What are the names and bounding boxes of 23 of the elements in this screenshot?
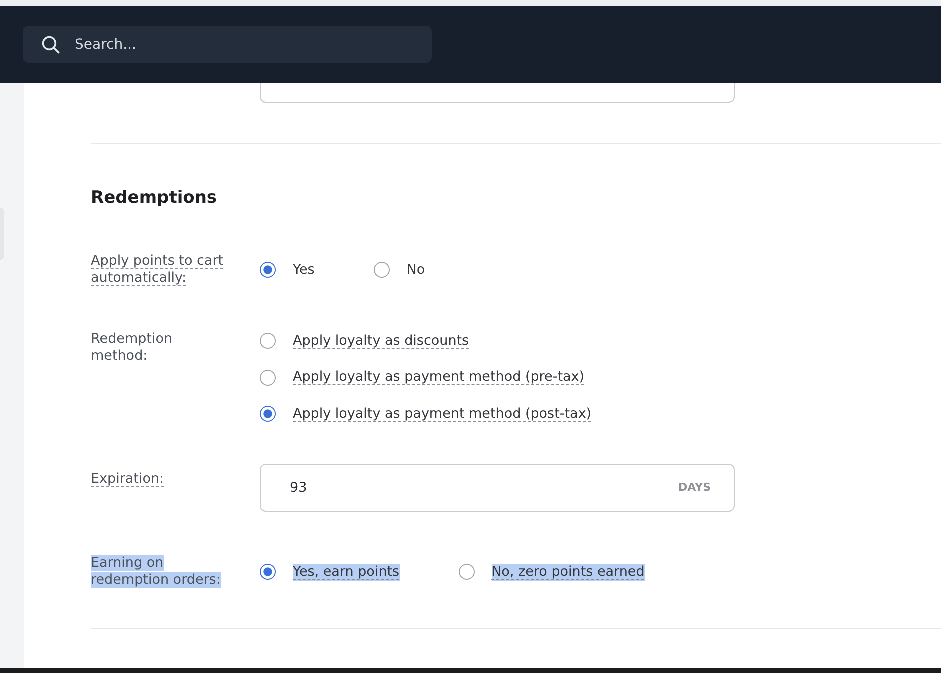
unit-label: DAYS [678,481,711,495]
option-label[interactable]: No, zero points earned [492,564,645,580]
radio-button[interactable] [458,564,475,580]
section-title: Redemptions [91,187,218,209]
option-label[interactable]: Yes [293,262,315,278]
input-field[interactable] [260,83,735,103]
field-label: Redemption method: [91,331,174,365]
field-label: Earning on redemption orders: [91,555,222,589]
option-label[interactable]: Apply loyalty as payment method (pre-tax) [293,369,585,386]
option-label[interactable]: Yes, earn points [293,564,400,580]
option-label[interactable]: Apply loyalty as payment method (post-tax) [293,406,592,422]
radio-button[interactable] [260,370,276,386]
radio-button[interactable] [260,406,276,422]
search-icon [42,36,60,54]
radio-button[interactable] [260,262,276,278]
radio-button[interactable] [260,564,276,580]
field-label: Apply points to cart automatically: [91,253,225,287]
search-field[interactable]: Search... [23,26,432,63]
radio-button[interactable] [374,262,390,278]
option-label[interactable]: No [406,262,426,278]
field-label: Expiration: [91,471,164,488]
radio-button[interactable] [260,333,276,349]
option-label[interactable]: Apply loyalty as discounts [293,332,470,350]
